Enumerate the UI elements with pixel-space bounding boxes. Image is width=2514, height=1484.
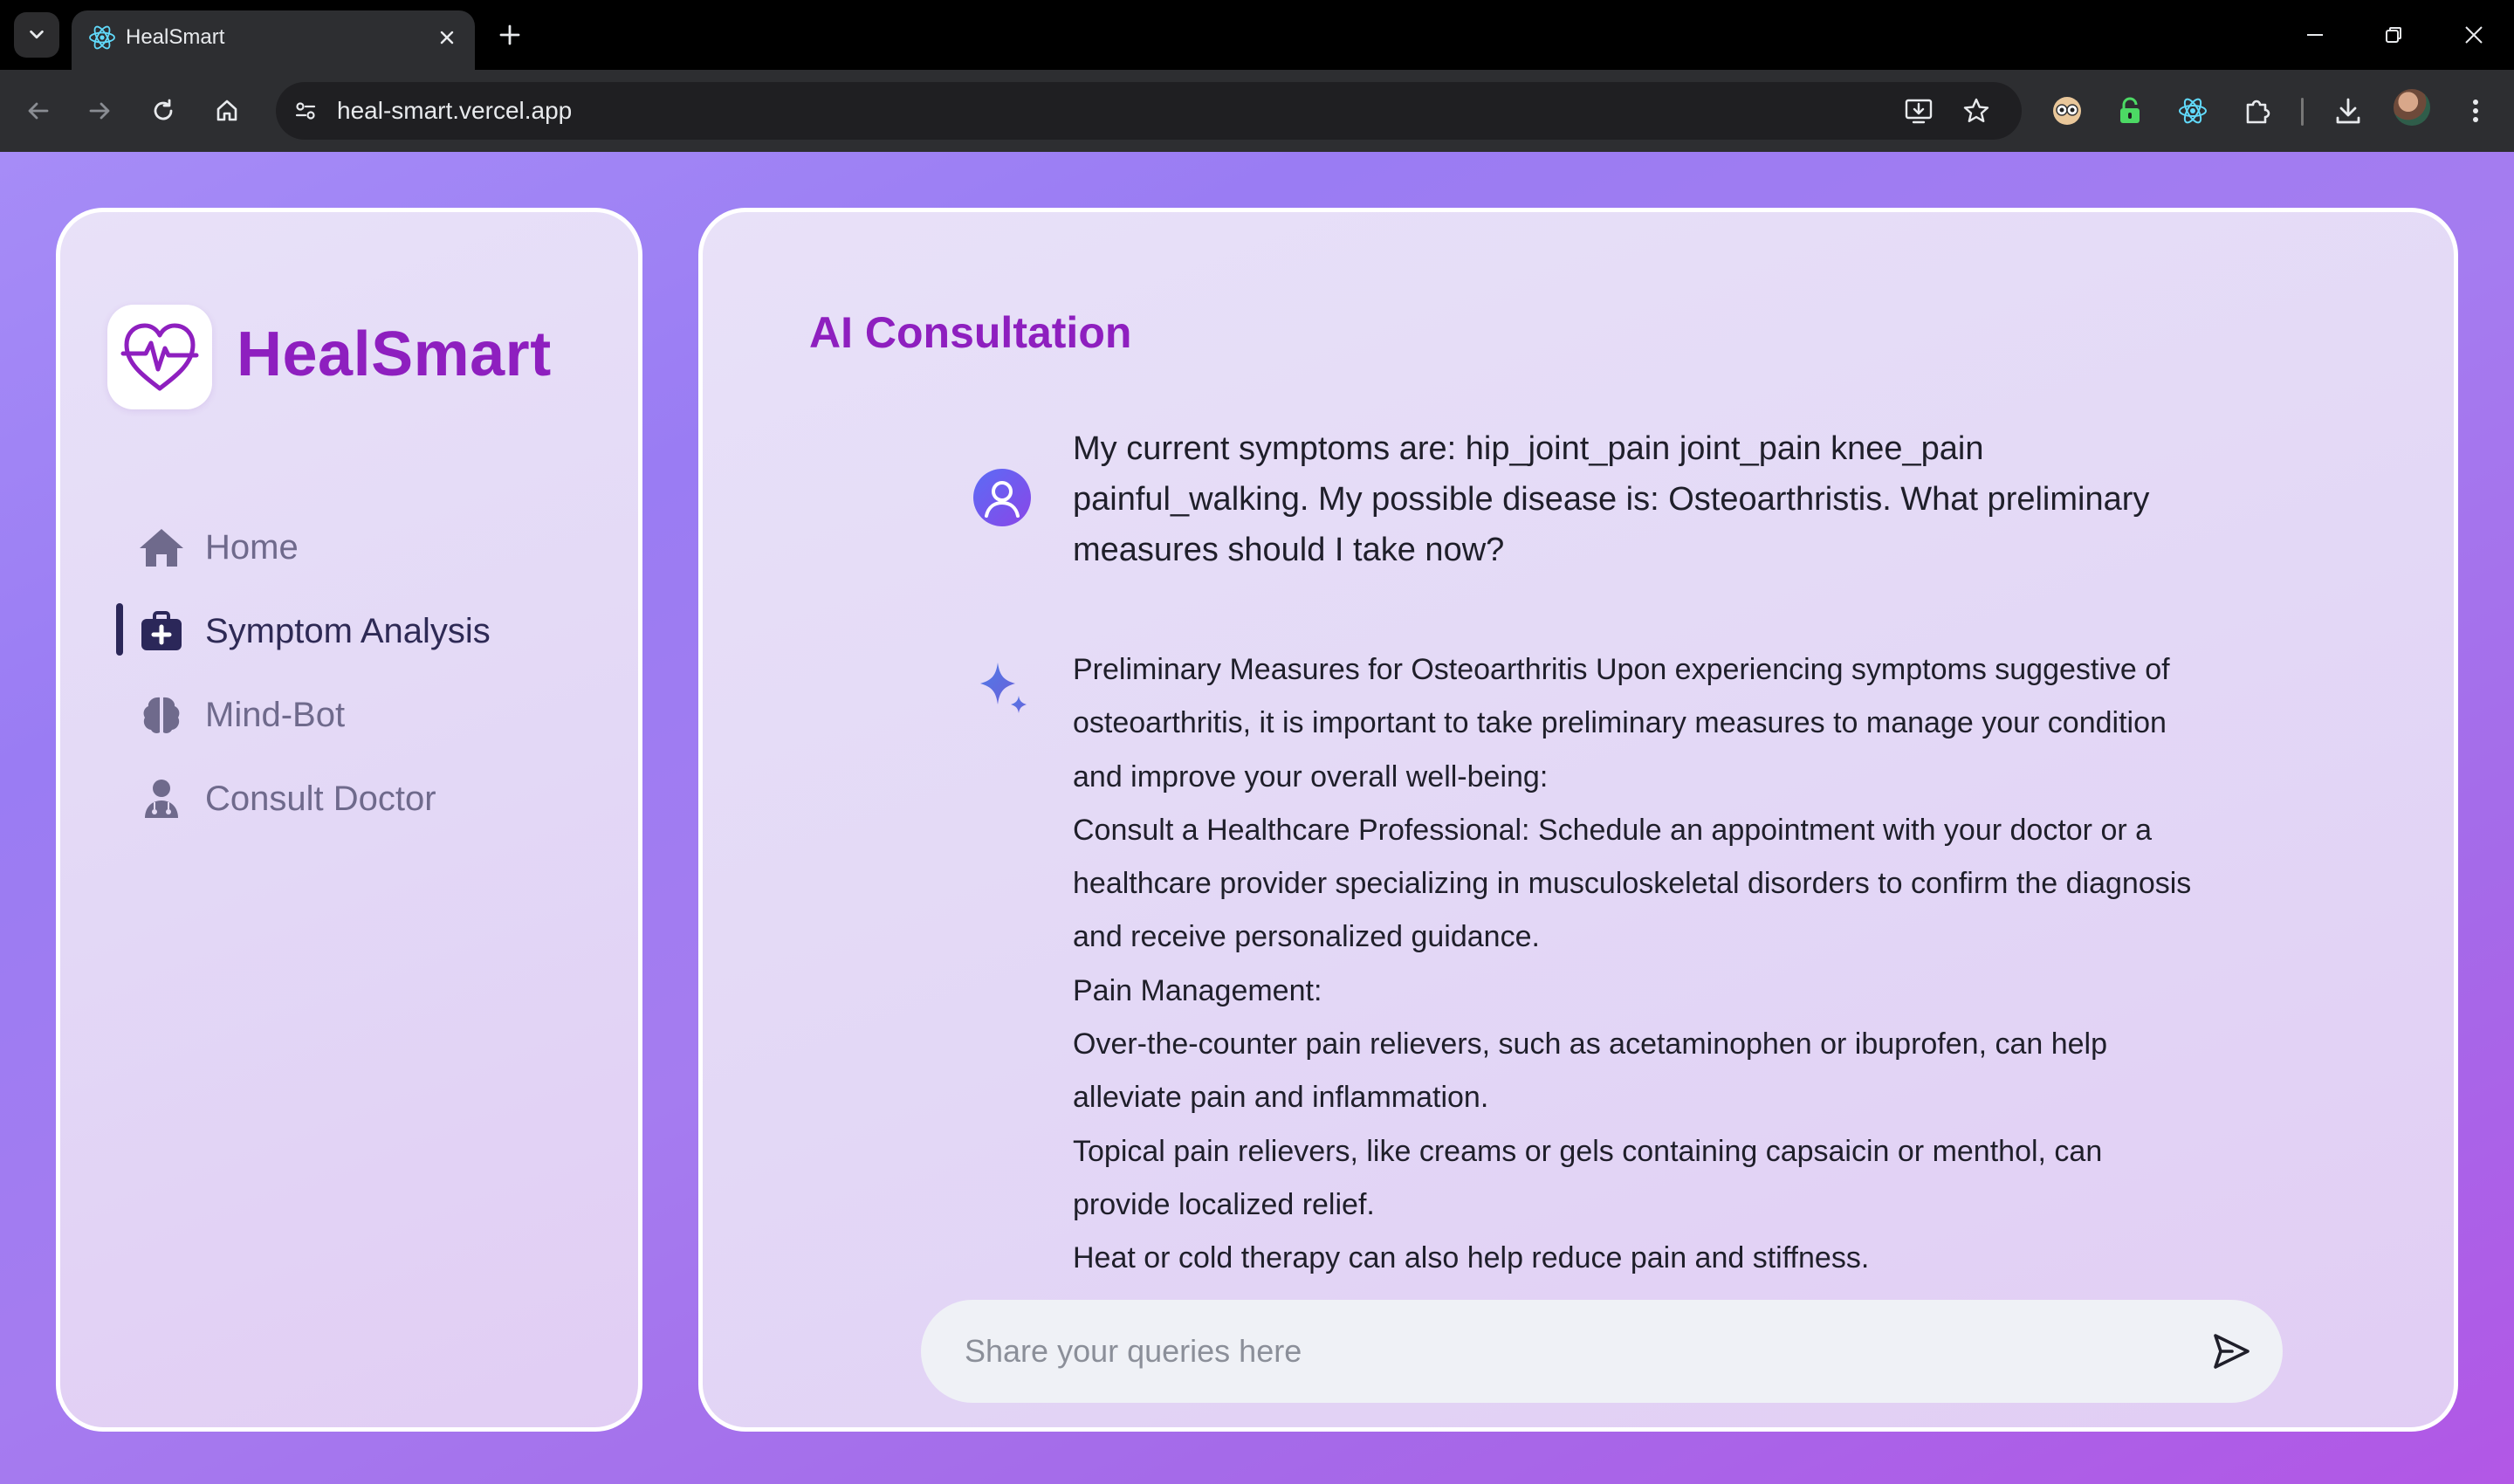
puzzle-icon [2246, 100, 2270, 124]
extensions-button[interactable] [2236, 90, 2278, 132]
star-icon [1963, 98, 1989, 122]
new-tab-button[interactable] [492, 17, 527, 52]
sidebar-item-mind-bot[interactable]: Mind-Bot [104, 678, 593, 748]
ai-response-paragraph: Pain Management: [1073, 973, 1322, 1007]
downloads-button[interactable] [2327, 90, 2369, 132]
tune-icon [295, 102, 316, 120]
install-app-button[interactable] [1901, 93, 1936, 128]
page-title: AI Consultation [809, 308, 1132, 357]
restore-button[interactable] [2374, 16, 2413, 54]
doctor-icon [137, 778, 186, 820]
ai-response-paragraph: Topical pain relievers, like creams or g… [1073, 1134, 2103, 1221]
site-info-button[interactable] [286, 92, 325, 130]
browser-tab-active[interactable]: HealSmart [72, 10, 475, 70]
reload-icon [154, 99, 173, 120]
minimize-icon [2307, 34, 2323, 36]
toolbar-separator [2301, 98, 2304, 126]
extension-eyes-button[interactable] [2046, 90, 2088, 132]
browser-menu-button[interactable] [2455, 90, 2497, 132]
medical-kit-icon [137, 610, 186, 652]
heart-pulse-icon [120, 323, 199, 391]
consultation-panel: AI Consultation My current symptoms are:… [698, 208, 2458, 1432]
extension-lock-button[interactable] [2109, 90, 2151, 132]
sidebar-item-symptom-analysis[interactable]: Symptom Analysis [104, 594, 593, 664]
close-icon [440, 31, 454, 45]
eyes-extension-icon [2053, 97, 2081, 125]
chevron-down-icon [30, 30, 44, 39]
browser-tabstrip: HealSmart [0, 0, 2514, 70]
ai-response: Preliminary Measures for Osteoarthritis … [1073, 643, 2208, 1286]
url-text: heal-smart.vercel.app [337, 97, 573, 124]
install-icon [1905, 99, 1933, 124]
tab-search-button[interactable] [14, 12, 59, 58]
reload-button[interactable] [142, 90, 184, 132]
send-icon [2214, 1334, 2250, 1369]
sidebar-item-label: Mind-Bot [205, 696, 346, 734]
sidebar-item-consult-doctor[interactable]: Consult Doctor [104, 762, 593, 832]
arrow-right-icon [89, 102, 110, 120]
logo[interactable] [107, 305, 212, 409]
query-bar [921, 1300, 2283, 1403]
react-icon [89, 25, 115, 50]
query-input[interactable] [965, 1326, 2169, 1377]
sidebar: HealSmart Home Symptom Analysis Mind-Bot [56, 208, 642, 1432]
brand-name: HealSmart [237, 319, 552, 389]
forward-button[interactable] [79, 90, 120, 132]
ai-response-paragraph: Consult a Healthcare Professional: Sched… [1073, 813, 2192, 954]
tab-close-button[interactable] [433, 24, 461, 52]
lock-extension-icon [2120, 97, 2140, 123]
ai-response-paragraph: Preliminary Measures for Osteoarthritis … [1073, 653, 2170, 794]
sidebar-item-label: Home [205, 528, 299, 567]
more-vertical-icon [2473, 100, 2478, 122]
home-outline-icon [216, 100, 237, 121]
address-bar[interactable]: heal-smart.vercel.app [276, 82, 2022, 140]
user-avatar-icon [973, 469, 1031, 526]
arrow-left-icon [28, 102, 49, 120]
active-indicator [116, 603, 123, 656]
minimize-button[interactable] [2296, 16, 2334, 54]
brain-icon [137, 694, 186, 736]
download-icon [2336, 98, 2360, 124]
user-message: My current symptoms are: hip_joint_pain … [1073, 430, 2150, 568]
close-icon [2465, 26, 2483, 44]
profile-avatar[interactable] [2394, 89, 2430, 126]
extension-react-devtools-button[interactable] [2172, 90, 2214, 132]
home-icon [137, 526, 186, 568]
sidebar-item-label: Consult Doctor [205, 780, 436, 818]
close-window-button[interactable] [2455, 16, 2493, 54]
restore-icon [2386, 27, 2401, 43]
browser-toolbar: heal-smart.vercel.app [0, 70, 2514, 152]
tab-title: HealSmart [126, 25, 225, 49]
page-viewport: HealSmart Home Symptom Analysis Mind-Bot [0, 152, 2514, 1484]
sparkle-icon [980, 663, 1027, 713]
home-button[interactable] [206, 90, 248, 132]
bookmark-button[interactable] [1959, 93, 1994, 128]
ai-response-paragraph: Over-the-counter pain relievers, such as… [1073, 1027, 2108, 1115]
sidebar-item-home[interactable]: Home [104, 511, 593, 581]
react-icon [2179, 98, 2207, 124]
back-button[interactable] [17, 90, 59, 132]
sidebar-item-label: Symptom Analysis [205, 612, 491, 650]
ai-response-paragraph: Heat or cold therapy can also help reduc… [1073, 1241, 1870, 1275]
plus-icon [499, 24, 520, 45]
send-button[interactable] [2204, 1324, 2258, 1378]
